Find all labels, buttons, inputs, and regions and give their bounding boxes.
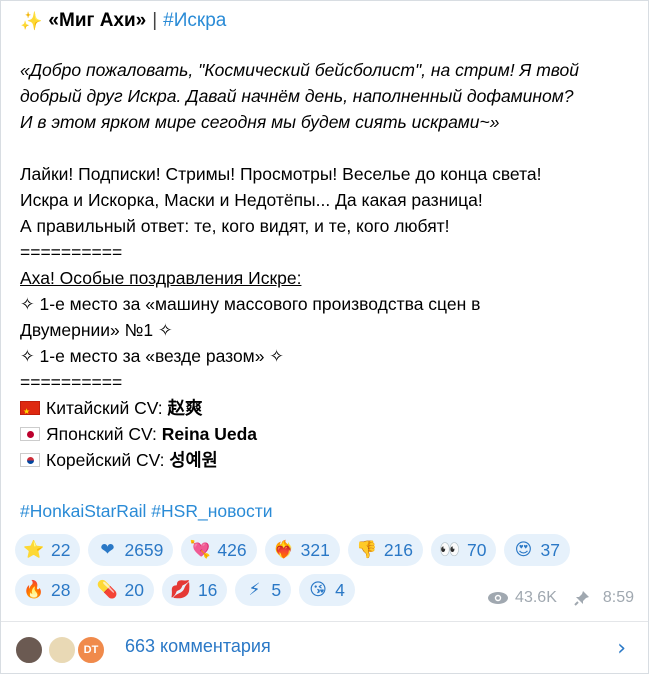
lightning-icon: ⚡ [248, 580, 261, 600]
reaction-count: 22 [51, 539, 71, 560]
reaction-button[interactable]: 😘 4 [299, 574, 355, 606]
views-eye-icon [488, 592, 509, 604]
intro-line: «Добро пожаловать, "Космический бейсболи… [20, 60, 580, 80]
post-hashtags[interactable]: #HonkaiStarRail #HSR_новости [20, 501, 273, 522]
reaction-button[interactable]: 😍 37 [504, 534, 570, 566]
body-line: Искра и Искорка, Маски и Недотёпы... Да … [20, 190, 483, 210]
sparkles-icon: ✨ [20, 10, 43, 32]
congrats-title: Аха! Особые поздравления Искре: [20, 268, 302, 288]
header-separator: | [152, 10, 158, 31]
reaction-button[interactable]: ❤ 2659 [88, 534, 174, 566]
channel-name: «Миг Ахи» [48, 10, 147, 31]
reaction-button[interactable]: 💘 426 [181, 534, 257, 566]
heart-arrow-icon: 💘 [189, 540, 211, 560]
divider-text: ========== [20, 242, 123, 262]
reaction-count: 5 [271, 579, 282, 600]
reaction-count: 2659 [124, 539, 164, 560]
award-line: Двумернии» №1 ✧ [20, 320, 173, 340]
reaction-count: 426 [217, 539, 247, 560]
reaction-button[interactable]: 👎 216 [347, 534, 424, 566]
cv-line-cn: Китайский CV: 赵爽 [20, 395, 640, 425]
reaction-count: 70 [467, 539, 487, 560]
comments-footer[interactable]: DT 663 комментария › [1, 621, 648, 675]
header-hashtag[interactable]: #Искра [163, 10, 226, 32]
award-line: ✧ 1-е место за «машину массового произво… [20, 294, 481, 314]
pill-icon: 💊 [96, 580, 119, 600]
heart-on-fire-icon: ❤‍🔥 [273, 540, 295, 560]
cv-line-kr: Корейский CV: 성예원 [20, 447, 640, 473]
reaction-button[interactable]: 💊 20 [88, 574, 154, 606]
body-line: Лайки! Подписки! Стримы! Просмотры! Весе… [20, 164, 542, 184]
reactions-row: ⭐ 22 ❤ 2659 💘 426 ❤‍🔥 321 👎 216 👀 70 😍 37 [15, 534, 635, 566]
cv-line-jp: Японский CV: Reina Ueda [20, 421, 640, 447]
reaction-button[interactable]: ⚡ 5 [235, 574, 292, 606]
avatar [47, 635, 77, 665]
kiss-mark-icon: 💋 [170, 580, 192, 600]
reaction-count: 4 [335, 579, 345, 600]
reaction-count: 20 [124, 579, 144, 600]
avatar [14, 635, 44, 665]
reaction-count: 37 [540, 539, 560, 560]
reaction-button[interactable]: 🔥 28 [15, 574, 81, 606]
korea-flag-icon [20, 453, 40, 467]
kissing-face-icon: 😘 [309, 580, 327, 600]
comments-link[interactable]: 663 комментария [125, 636, 271, 657]
divider-text: ========== [20, 372, 123, 392]
award-line: ✧ 1-е место за «везде разом» ✧ [20, 346, 284, 366]
post-meta: 43.6K 8:59 [487, 589, 634, 607]
star-icon: ⭐ [23, 540, 45, 560]
reaction-button[interactable]: ❤‍🔥 321 [264, 534, 340, 566]
post-time: 8:59 [602, 589, 634, 606]
channel-post: ✨ «Миг Ахи» | #Искра «Добро пожаловать, … [0, 0, 649, 674]
post-header: ✨ «Миг Ахи» | #Искра [20, 7, 226, 35]
reaction-button[interactable]: 👀 70 [431, 534, 497, 566]
body-line: А правильный ответ: те, кого видят, и те… [20, 216, 450, 236]
heart-eyes-icon: 😍 [514, 540, 533, 560]
post-text: «Добро пожаловать, "Космический бейсболи… [20, 57, 640, 473]
thumbs-down-icon: 👎 [356, 540, 378, 560]
japan-flag-icon [20, 427, 40, 441]
commenter-avatars: DT [14, 635, 110, 665]
reaction-count: 16 [197, 579, 218, 600]
red-heart-icon: ❤ [100, 540, 115, 560]
reaction-count: 28 [51, 579, 71, 600]
intro-line: добрый друг Искра. Давай начнём день, на… [20, 86, 574, 106]
avatar: DT [76, 635, 106, 665]
reaction-button[interactable]: 💋 16 [161, 574, 228, 606]
china-flag-icon [20, 399, 40, 425]
intro-line: И в этом ярком мире сегодня мы будем сия… [20, 112, 500, 132]
eyes-icon: 👀 [439, 540, 461, 560]
views-count: 43.6K [515, 589, 557, 606]
chevron-right-icon[interactable]: › [617, 636, 626, 661]
reaction-button[interactable]: ⭐ 22 [15, 534, 81, 566]
pin-icon [574, 591, 589, 606]
reaction-count: 216 [383, 539, 414, 560]
reaction-count: 321 [300, 539, 330, 560]
fire-icon: 🔥 [23, 580, 45, 600]
